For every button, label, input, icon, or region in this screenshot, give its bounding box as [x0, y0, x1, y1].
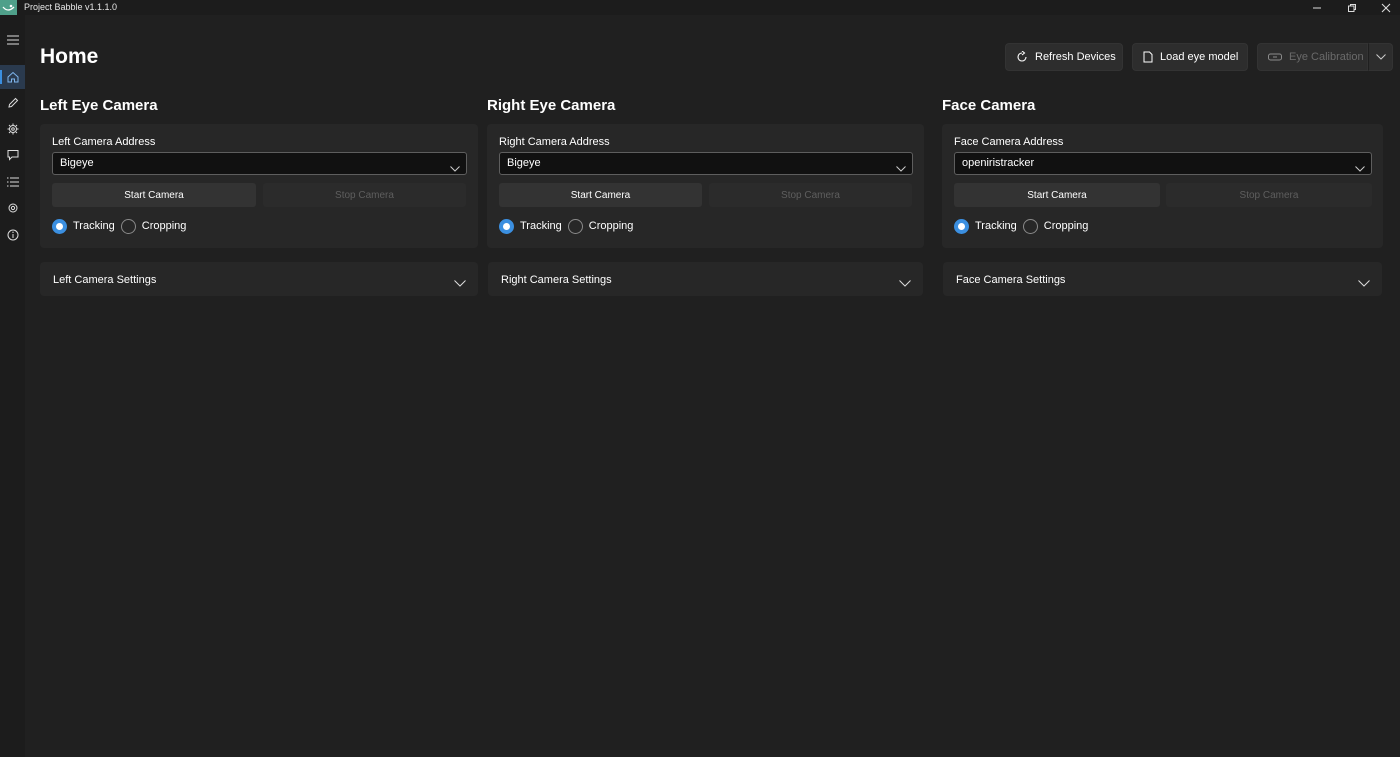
sidebar-item-edit[interactable] — [0, 91, 25, 115]
right-eye-camera-title: Right Eye Camera — [487, 97, 616, 114]
left-camera-address-value: Bigeye — [60, 157, 94, 169]
left-tracking-label: Tracking — [73, 220, 115, 232]
left-cropping-radio[interactable] — [120, 218, 136, 234]
chevron-down-icon — [1355, 159, 1365, 180]
left-eye-camera-title: Left Eye Camera — [40, 97, 158, 114]
info-icon — [7, 229, 19, 241]
vr-headset-icon — [1268, 52, 1282, 62]
left-camera-settings-label: Left Camera Settings — [53, 274, 157, 286]
minimize-icon[interactable] — [1300, 0, 1334, 15]
face-camera-card: Face Camera Address openiristracker Star… — [942, 124, 1383, 248]
sidebar-item-algorithm[interactable] — [0, 117, 25, 141]
refresh-devices-button[interactable]: Refresh Devices — [1005, 43, 1123, 71]
sidebar-item-messages[interactable] — [0, 143, 25, 167]
face-start-camera-button[interactable]: Start Camera — [954, 183, 1160, 207]
chat-bubble-icon — [7, 149, 19, 161]
chevron-down-icon — [899, 274, 911, 292]
load-eye-model-label: Load eye model — [1160, 51, 1239, 63]
face-tracking-radio[interactable] — [954, 218, 969, 234]
eye-calibration-button[interactable]: Eye Calibration — [1257, 43, 1368, 71]
load-eye-model-button[interactable]: Load eye model — [1132, 43, 1248, 71]
right-mode-radio-group: Tracking Cropping — [499, 217, 639, 235]
gear-icon — [7, 202, 19, 214]
sidebar-item-home[interactable] — [0, 65, 25, 89]
refresh-icon — [1016, 51, 1028, 63]
home-icon — [7, 71, 19, 83]
file-icon — [1143, 51, 1153, 63]
eye-calibration-label: Eye Calibration — [1289, 51, 1364, 63]
left-tracking-radio[interactable] — [52, 218, 67, 234]
right-camera-card: Right Camera Address Bigeye Start Camera… — [487, 124, 924, 248]
face-camera-address-label: Face Camera Address — [954, 136, 1064, 148]
right-cropping-radio[interactable] — [567, 218, 583, 234]
right-camera-address-value: Bigeye — [507, 157, 541, 169]
left-camera-card: Left Camera Address Bigeye Start Camera … — [40, 124, 478, 248]
left-camera-address-select[interactable]: Bigeye — [52, 152, 467, 175]
chevron-down-icon — [1375, 54, 1386, 60]
calibration-dropdown-button[interactable] — [1368, 43, 1393, 71]
right-start-camera-button[interactable]: Start Camera — [499, 183, 702, 207]
hamburger-menu-icon[interactable] — [0, 28, 25, 52]
restore-icon[interactable] — [1335, 0, 1369, 15]
face-camera-title: Face Camera — [942, 97, 1036, 114]
right-tracking-label: Tracking — [520, 220, 562, 232]
main-content: Home Refresh Devices Load eye model Eye … — [25, 15, 1400, 757]
right-camera-address-label: Right Camera Address — [499, 136, 610, 148]
close-icon[interactable] — [1369, 0, 1400, 15]
right-camera-address-select[interactable]: Bigeye — [499, 152, 913, 175]
chevron-down-icon — [450, 159, 460, 180]
sidebar — [0, 15, 25, 757]
left-mode-radio-group: Tracking Cropping — [52, 217, 192, 235]
refresh-devices-label: Refresh Devices — [1035, 51, 1116, 63]
page-title: Home — [40, 45, 99, 68]
face-stop-camera-button[interactable]: Stop Camera — [1166, 183, 1372, 207]
chevron-down-icon — [454, 274, 466, 292]
right-camera-settings-expander[interactable]: Right Camera Settings — [488, 262, 923, 296]
cog-icon — [7, 123, 19, 135]
left-start-camera-button[interactable]: Start Camera — [52, 183, 256, 207]
face-camera-settings-label: Face Camera Settings — [956, 274, 1066, 286]
sidebar-item-list[interactable] — [0, 170, 25, 194]
left-camera-address-label: Left Camera Address — [52, 136, 156, 148]
face-cropping-label: Cropping — [1043, 220, 1089, 232]
right-camera-settings-label: Right Camera Settings — [501, 274, 612, 286]
face-cropping-radio[interactable] — [1022, 218, 1038, 234]
face-tracking-label: Tracking — [975, 220, 1017, 232]
right-stop-camera-button[interactable]: Stop Camera — [709, 183, 912, 207]
title-bar: Project Babble v1.1.1.0 — [0, 0, 1400, 15]
window-title: Project Babble v1.1.1.0 — [24, 2, 118, 12]
right-cropping-label: Cropping — [588, 220, 634, 232]
app-logo-icon — [0, 0, 17, 15]
face-camera-address-value: openiristracker — [962, 157, 1035, 169]
sidebar-item-settings[interactable] — [0, 196, 25, 220]
left-camera-settings-expander[interactable]: Left Camera Settings — [40, 262, 478, 296]
face-camera-settings-expander[interactable]: Face Camera Settings — [943, 262, 1382, 296]
list-icon — [6, 177, 19, 187]
face-mode-radio-group: Tracking Cropping — [954, 217, 1094, 235]
pencil-icon — [7, 97, 19, 109]
sidebar-item-about[interactable] — [0, 223, 25, 247]
left-stop-camera-button[interactable]: Stop Camera — [263, 183, 466, 207]
face-camera-address-select[interactable]: openiristracker — [954, 152, 1372, 175]
chevron-down-icon — [1358, 274, 1370, 292]
right-tracking-radio[interactable] — [499, 218, 514, 234]
chevron-down-icon — [896, 159, 906, 180]
left-cropping-label: Cropping — [141, 220, 187, 232]
